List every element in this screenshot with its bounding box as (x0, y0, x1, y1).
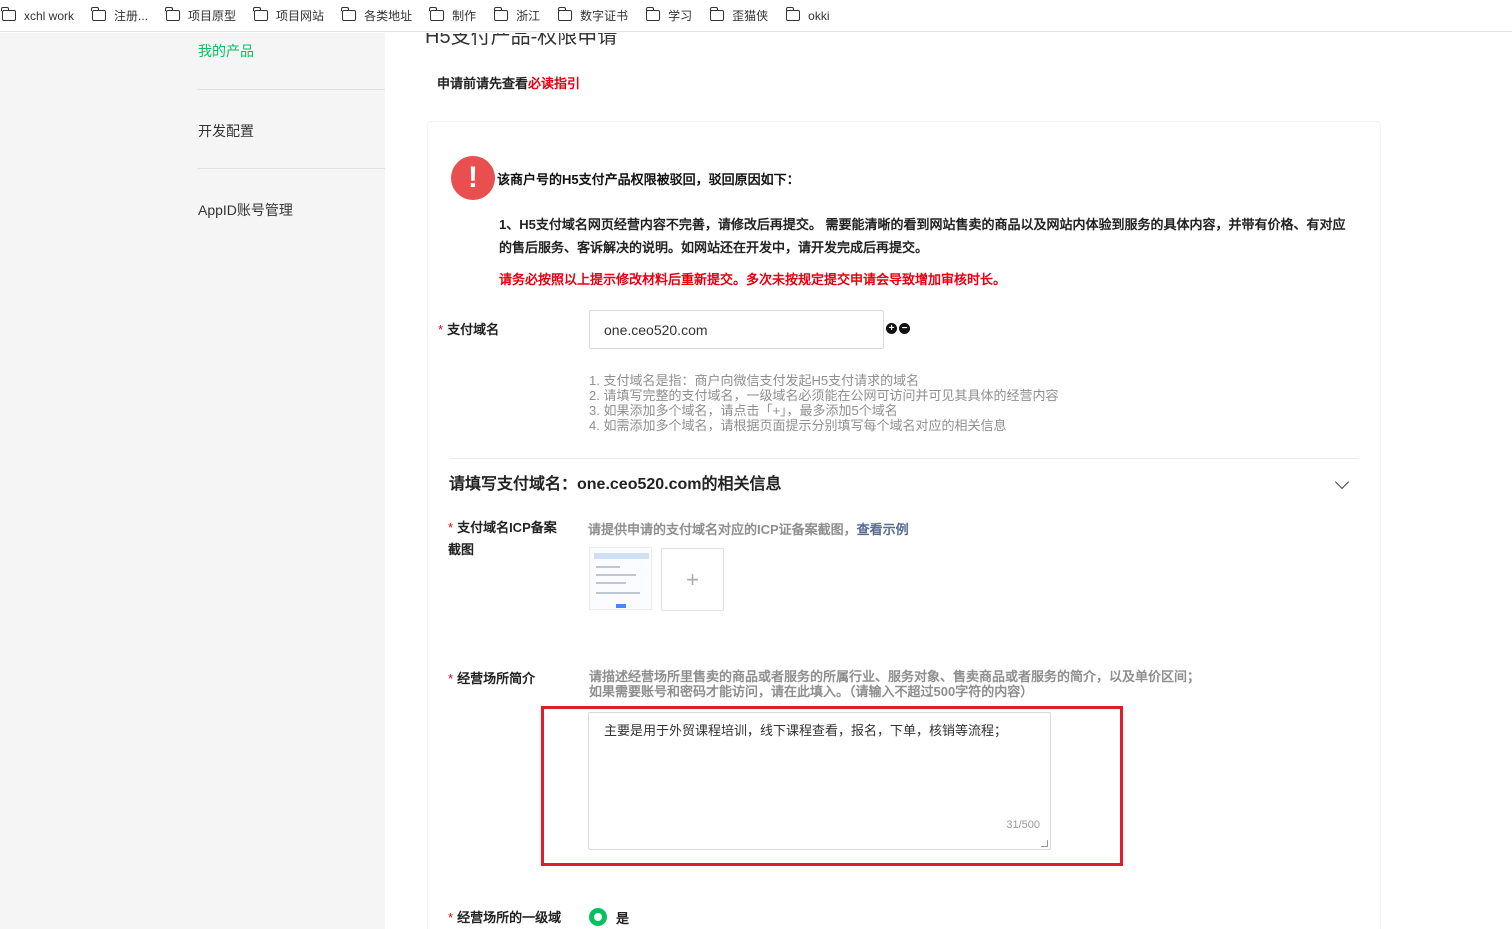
folder-icon (557, 7, 573, 21)
textarea-value: 主要是用于外贸课程培训，线下课程查看，报名，下单，核销等流程； (604, 723, 1008, 738)
bookmark-folder[interactable]: 浙江 (493, 7, 540, 24)
reject-title: 该商户号的H5支付产品权限被驳回，驳回原因如下： (497, 172, 800, 187)
section-divider (449, 458, 1359, 459)
business-intro-textarea[interactable]: 主要是用于外贸课程培训，线下课程查看，报名，下单，核销等流程； 31/500 (588, 712, 1051, 850)
thumbnail-button (616, 604, 626, 608)
icp-label: * 支付域名ICP备案 截图 (448, 520, 557, 557)
icp-screenshot-thumbnail[interactable] (589, 547, 652, 610)
folder-icon (785, 7, 801, 21)
notice-text: 申请前请先查看 (437, 76, 529, 91)
hint-line: 4. 如需添加多个域名，请根据页面提示分别填写每个域名对应的相关信息 (589, 418, 1007, 433)
radio-yes-label[interactable]: 是 (616, 908, 629, 927)
bookmark-folder[interactable]: 制作 (429, 7, 476, 24)
folder-icon (165, 7, 181, 21)
upload-image-button[interactable]: + (661, 548, 724, 611)
bookmark-folder[interactable]: 注册... (91, 7, 148, 24)
bookmark-folder[interactable]: 歪猫侠 (709, 7, 768, 24)
remove-domain-button[interactable]: − (899, 323, 910, 334)
guide-link[interactable]: 必读指引 (528, 76, 580, 91)
business-intro-description: 请描述经营场所里售卖的商品或者服务的所属行业、服务对象、售卖商品或者服务的简介，… (589, 669, 1201, 699)
folder-icon (253, 7, 269, 21)
thumbnail-header (594, 553, 649, 559)
thumbnail-line (596, 592, 640, 594)
thumbnail-line (596, 582, 626, 584)
folder-icon (341, 7, 357, 21)
folder-icon (709, 7, 725, 21)
add-domain-button[interactable]: + (886, 323, 897, 334)
radio-yes[interactable] (589, 908, 607, 926)
bookmark-folder[interactable]: 项目原型 (165, 7, 236, 24)
view-example-link[interactable]: 查看示例 (857, 522, 909, 537)
folder-icon (645, 7, 661, 21)
notice-line: 申请前请先查看必读指引 (437, 73, 580, 92)
reject-warning: 请务必按照以上提示修改材料后重新提交。多次未按规定提交申请会导致增加审核时长。 (499, 272, 1007, 287)
domain-input[interactable] (589, 310, 884, 349)
hint-line: 1. 支付域名是指：商户向微信支付发起H5支付请求的域名 (589, 373, 920, 388)
sidebar-divider (198, 89, 385, 90)
folder-icon (429, 7, 445, 21)
folder-icon (1, 7, 16, 21)
bookmark-folder[interactable]: okki (785, 7, 830, 23)
domain-level-label: * 经营场所的一级域 (448, 910, 562, 925)
bookmarks-bar: xchl work 注册... 项目原型 项目网站 各类地址 制作 浙江 数字证… (0, 0, 1512, 32)
hint-line: 2. 请填写完整的支付域名，一级域名必须能在公网可访问并可见其具体的经营内容 (589, 388, 1059, 403)
bookmark-folder[interactable]: xchl work (1, 7, 74, 23)
domain-section-title[interactable]: 请填写支付域名：one.ceo520.com的相关信息 (449, 470, 782, 494)
page-title: H5支付产品-权限申请 (425, 33, 618, 48)
bookmark-folder[interactable]: 各类地址 (341, 7, 412, 24)
folder-icon (493, 7, 509, 21)
resize-handle-icon[interactable] (1041, 840, 1048, 847)
hint-line: 3. 如果添加多个域名，请点击「+」，最多添加5个域名 (589, 403, 898, 418)
warning-icon: ! (451, 156, 495, 200)
sidebar-divider (198, 168, 385, 169)
icp-description: 请提供申请的支付域名对应的ICP证备案截图，查看示例 (588, 522, 909, 537)
sidebar-item-my-products[interactable]: 我的产品 (198, 41, 254, 61)
reject-reason: 1、H5支付域名网页经营内容不完善，请修改后再提交。 需要能清晰的看到网站售卖的… (499, 217, 1346, 255)
bookmark-folder[interactable]: 项目网站 (253, 7, 324, 24)
sidebar-item-appid-management[interactable]: AppID账号管理 (198, 200, 293, 220)
domain-label: * 支付域名 (438, 322, 500, 337)
char-counter: 31/500 (1006, 819, 1040, 831)
thumbnail-line (596, 574, 636, 576)
thumbnail-line (596, 566, 620, 568)
main-content: H5支付产品-权限申请 申请前请先查看必读指引 ! 该商户号的H5支付产品权限被… (385, 33, 1512, 929)
domain-hints: 1. 支付域名是指：商户向微信支付发起H5支付请求的域名 2. 请填写完整的支付… (589, 373, 1058, 433)
sidebar-item-dev-config[interactable]: 开发配置 (198, 121, 254, 141)
bookmark-folder[interactable]: 学习 (645, 7, 692, 24)
folder-icon (91, 7, 107, 21)
sidebar: 我的产品 开发配置 AppID账号管理 (0, 33, 385, 929)
business-intro-label: * 经营场所简介 (448, 671, 536, 686)
bookmark-folder[interactable]: 数字证书 (557, 7, 628, 24)
